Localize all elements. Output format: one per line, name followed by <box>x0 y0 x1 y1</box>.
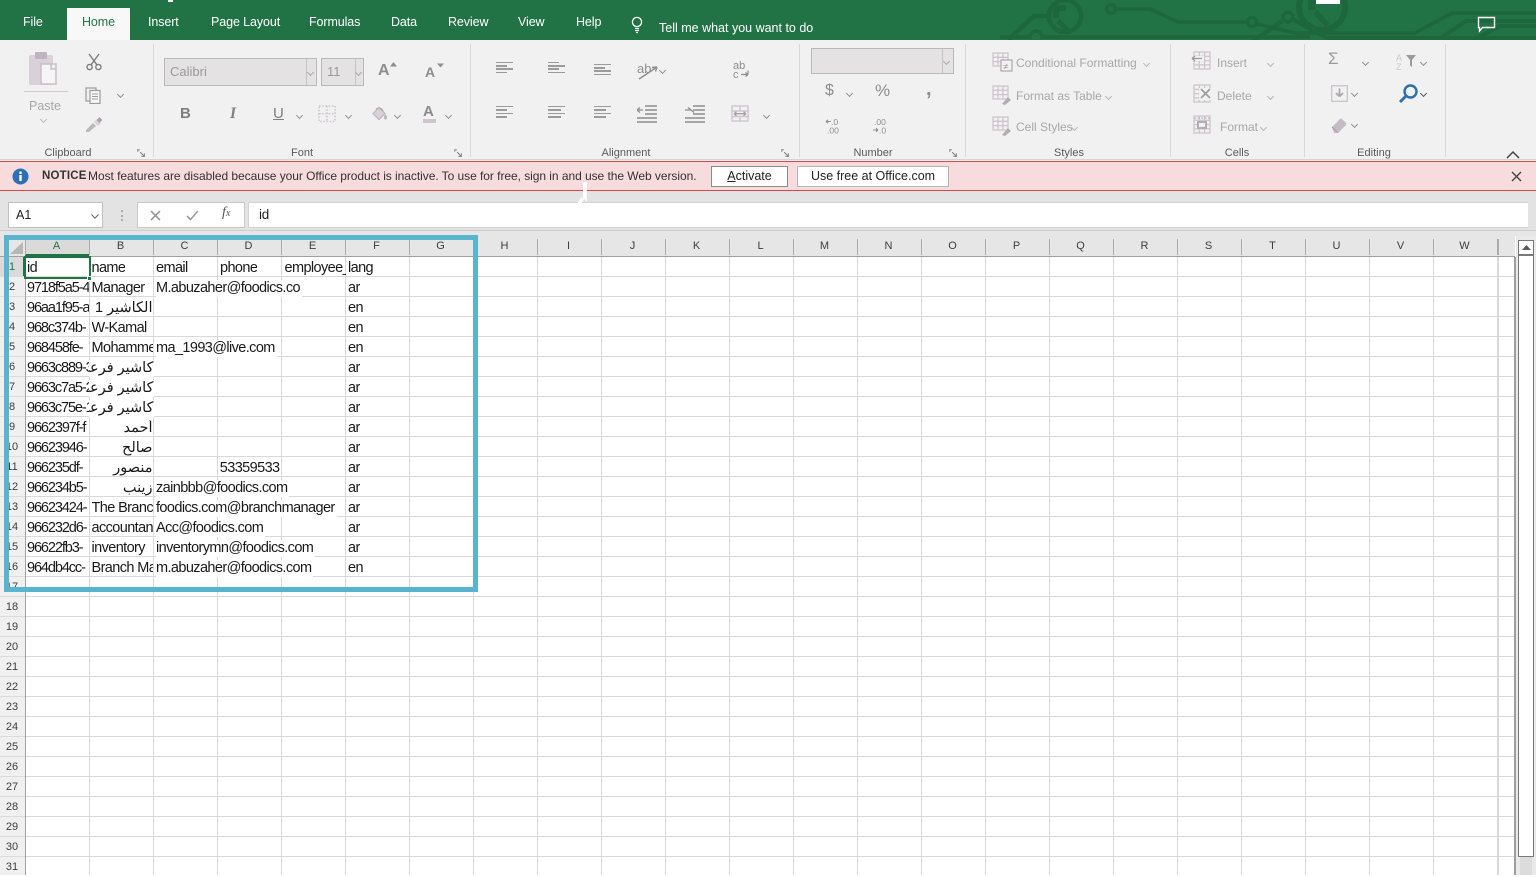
svg-text:Z: Z <box>1396 62 1402 71</box>
svg-text:ab: ab <box>637 61 651 76</box>
svg-text:.0: .0 <box>879 126 886 135</box>
svg-text:c: c <box>733 69 739 79</box>
svg-text:≠: ≠ <box>1004 62 1009 72</box>
svg-text:.00: .00 <box>827 126 839 135</box>
